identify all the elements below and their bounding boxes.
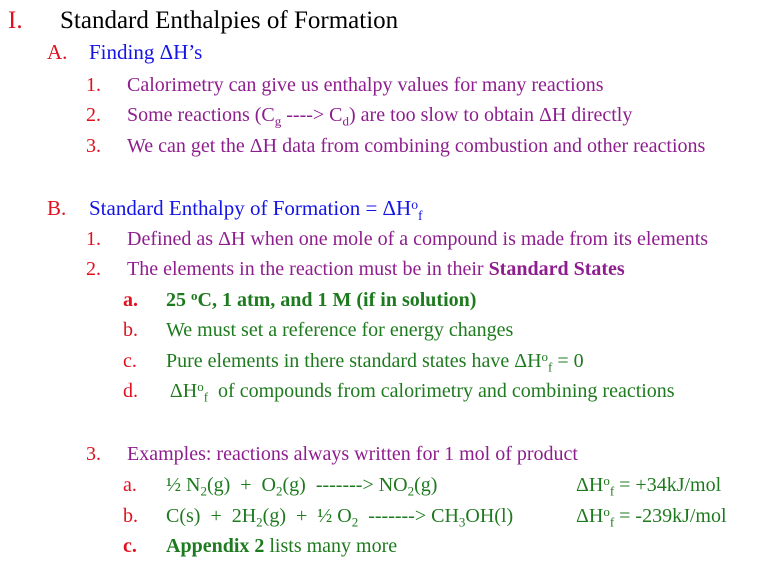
sub-item-text: Appendix 2 lists many more (166, 535, 398, 557)
item-text: Calorimetry can give us enthalpy values … (127, 74, 604, 96)
sub-item-text: ΔHof of compounds from calorimetry and c… (166, 379, 675, 405)
item-text: Examples: reactions always written for 1… (127, 443, 578, 465)
subsection-b-title: Standard Enthalpy of Formation = ΔHof (89, 196, 423, 223)
sub-item-marker: d. (123, 380, 138, 402)
item-marker: 3. (86, 135, 101, 157)
item-text: Defined as ΔH when one mole of a compoun… (127, 228, 709, 250)
subsection-a-title: Finding ΔH’s (89, 40, 203, 64)
sub-item-marker: c. (123, 535, 137, 557)
sub-item-text: 25 oC, 1 atm, and 1 M (if in solution) (166, 288, 477, 311)
sub-item-marker: a. (123, 474, 137, 496)
sub-item-marker: c. (123, 350, 137, 372)
item-text: We can get the ΔH data from combining co… (127, 135, 706, 157)
item-marker: 2. (86, 258, 101, 280)
item-marker: 2. (86, 104, 101, 126)
sub-item-marker: b. (123, 505, 138, 527)
item-text: Some reactions (Cg ----> Cd) are too slo… (127, 104, 633, 129)
subsection-b-marker: B. (47, 196, 67, 220)
item-marker: 1. (86, 228, 101, 250)
sub-item-text: Pure elements in there standard states h… (166, 349, 584, 375)
sub-item-text: We must set a reference for energy chang… (166, 319, 514, 341)
reaction-equation: ½ N2(g) + O2(g) -------> NO2(g) (166, 474, 438, 499)
enthalpy-value: ΔHof = -239kJ/mol (576, 504, 727, 530)
section-marker: I. (8, 7, 23, 34)
enthalpy-value: ΔHof = +34kJ/mol (576, 473, 722, 499)
sub-item-marker: b. (123, 319, 138, 341)
item-marker: 3. (86, 443, 101, 465)
reaction-equation: C(s) + 2H2(g) + ½ O2 -------> CH3OH(l) (166, 505, 514, 530)
item-text: The elements in the reaction must be in … (127, 258, 625, 280)
item-marker: 1. (86, 74, 101, 96)
sub-item-marker: a. (123, 289, 138, 311)
section-title: Standard Enthalpies of Formation (60, 7, 399, 34)
subsection-a-marker: A. (47, 40, 68, 64)
